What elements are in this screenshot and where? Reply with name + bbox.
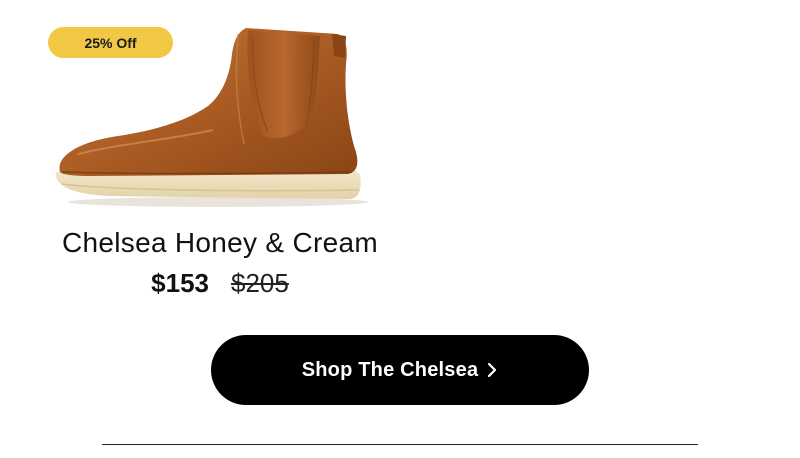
discount-badge: 25% Off bbox=[48, 27, 173, 58]
product-card[interactable]: 25% Off Chelsea Honey & Cream $153 $205 bbox=[40, 20, 400, 310]
divider bbox=[102, 444, 698, 445]
original-price: $205 bbox=[231, 268, 289, 298]
shop-the-chelsea-button[interactable]: Shop The Chelsea bbox=[211, 335, 589, 405]
shop-button-label: Shop The Chelsea bbox=[301, 358, 479, 381]
product-name[interactable]: Chelsea Honey & Cream bbox=[40, 227, 400, 259]
discount-badge-label: 25% Off bbox=[84, 34, 137, 51]
sale-price: $153 bbox=[151, 268, 209, 298]
chevron-right-icon bbox=[488, 362, 497, 378]
price-row: $153 $205 bbox=[40, 268, 400, 299]
